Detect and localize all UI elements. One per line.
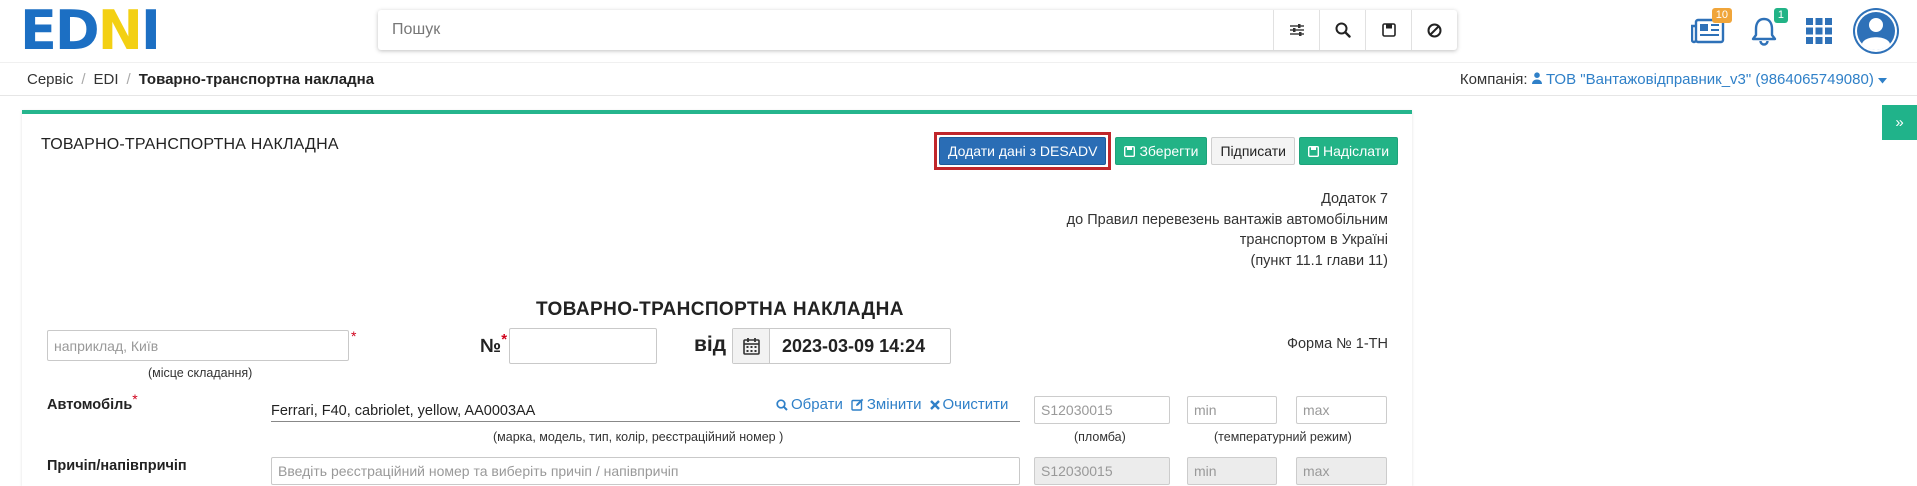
- breadcrumb-service[interactable]: Сервіс: [27, 71, 73, 88]
- car-temp-min-input[interactable]: min: [1187, 396, 1277, 424]
- company-selector: Компанія: ТОВ "Вантажовідправник_v3" (98…: [1460, 71, 1887, 88]
- double-chevron-right-icon: »: [1895, 114, 1904, 131]
- car-value: Ferrari, F40, cabriolet, yellow, AA0003A…: [271, 403, 536, 419]
- form-number: Форма № 1-ТН: [1286, 336, 1388, 352]
- grid-icon: [1806, 18, 1832, 44]
- car-temp-max-input[interactable]: max: [1296, 396, 1387, 424]
- news-button[interactable]: 10: [1690, 8, 1732, 48]
- add-desadv-label: Додати дані з DESADV: [948, 143, 1098, 159]
- logo-letter-i: I: [140, 0, 161, 62]
- sign-label: Підписати: [1220, 143, 1286, 159]
- logo-letter-d: D: [54, 0, 100, 62]
- floppy-icon: [1381, 23, 1396, 37]
- search-button[interactable]: [1319, 10, 1365, 50]
- trailer-seal-input[interactable]: S12030015: [1034, 457, 1170, 485]
- floppy-icon: [1124, 145, 1136, 157]
- sign-button[interactable]: Підписати: [1211, 137, 1295, 165]
- company-name: ТОВ "Вантажовідправник_v3" (986406574908…: [1545, 71, 1874, 88]
- note-line: до Правил перевезень вантажів автомобіль…: [1066, 211, 1388, 228]
- send-label: Надіслати: [1322, 143, 1390, 159]
- date-value[interactable]: 2023-03-09 14:24: [770, 329, 925, 363]
- document-title: ТОВАРНО-ТРАНСПОРТНА НАКЛАДНА: [536, 299, 904, 320]
- date-field[interactable]: 2023-03-09 14:24: [732, 328, 951, 364]
- edit-icon: [851, 398, 864, 411]
- close-icon: [929, 399, 940, 410]
- calendar-button[interactable]: [733, 329, 770, 363]
- edin-logo[interactable]: EDNI: [20, 0, 161, 62]
- search-input[interactable]: [378, 11, 1273, 49]
- floppy-icon: [1307, 145, 1319, 157]
- save-button[interactable]: Зберегти: [1115, 137, 1208, 165]
- action-buttons: Додати дані з DESADV Зберегти Підписати …: [934, 132, 1399, 170]
- place-input[interactable]: [47, 330, 349, 361]
- save-label: Зберегти: [1139, 143, 1199, 159]
- trailer-input[interactable]: Введіть реєстраційний номер та виберіть …: [271, 457, 1020, 485]
- add-desadv-button[interactable]: Додати дані з DESADV: [939, 137, 1107, 165]
- search-bar: [378, 10, 1457, 50]
- side-panel-toggle[interactable]: »: [1882, 105, 1917, 140]
- news-count-badge: 10: [1711, 8, 1732, 23]
- save-search-button[interactable]: [1365, 10, 1411, 50]
- car-label: Автомобіль*: [47, 391, 138, 413]
- car-caption: (марка, модель, тип, колір, реєстраційни…: [493, 430, 784, 444]
- notifications-count-badge: 1: [1773, 8, 1788, 23]
- logo-letter-n: N: [97, 0, 143, 62]
- clear-car-link[interactable]: Очистити: [929, 396, 1009, 413]
- trailer-temp-max-input[interactable]: max: [1296, 457, 1387, 485]
- required-marker: *: [132, 391, 138, 407]
- note-line: (пункт 11.1 глави 11): [1250, 252, 1389, 269]
- calendar-icon: [742, 338, 760, 355]
- seal-caption: (пломба): [1074, 430, 1126, 444]
- breadcrumb: Сервіс / EDI / Товарно-транспортна накла…: [27, 71, 374, 88]
- place-caption: (місце складання): [148, 366, 253, 380]
- highlight-frame: Додати дані з DESADV: [934, 132, 1112, 170]
- company-label: Компанія:: [1459, 71, 1528, 88]
- number-label: №*: [480, 331, 507, 358]
- breadcrumb-separator: /: [81, 71, 86, 88]
- note-line: транспортом в Україні: [1239, 232, 1388, 248]
- logo-letter-e: E: [20, 0, 57, 62]
- car-label-text: Автомобіль: [47, 397, 133, 413]
- breadcrumb-current: Товарно-транспортна накладна: [138, 71, 375, 88]
- required-marker: *: [501, 331, 508, 348]
- number-input[interactable]: [509, 328, 657, 364]
- user-icon: [1855, 10, 1897, 52]
- date-from-label: від: [694, 333, 727, 356]
- caret-down-icon: [1878, 78, 1887, 84]
- car-seal-input[interactable]: S12030015: [1034, 396, 1170, 424]
- document-panel: ТОВАРНО-ТРАНСПОРТНА НАКЛАДНА Додати дані…: [22, 110, 1412, 486]
- notifications-button[interactable]: 1: [1746, 8, 1788, 48]
- panel-title: ТОВАРНО-ТРАНСПОРТНА НАКЛАДНА: [41, 136, 339, 153]
- select-label: Обрати: [791, 396, 843, 413]
- temperature-caption: (температурний режим): [1214, 430, 1352, 444]
- search-icon: [776, 398, 788, 411]
- company-dropdown[interactable]: ТОВ "Вантажовідправник_v3" (986406574908…: [1531, 71, 1887, 88]
- apps-button[interactable]: [1801, 14, 1837, 48]
- trailer-label: Причіп/напівпричіп: [47, 458, 187, 474]
- edit-label: Змінити: [866, 396, 922, 413]
- regulation-note: Додаток 7 до Правил перевезень вантажів …: [1067, 189, 1388, 271]
- edit-car-link[interactable]: Змінити: [851, 396, 922, 413]
- ban-icon: [1427, 23, 1442, 37]
- required-marker: *: [351, 328, 357, 344]
- send-button[interactable]: Надіслати: [1298, 137, 1399, 165]
- top-bar: EDNI 10 1: [0, 0, 1917, 62]
- user-small-icon: [1531, 72, 1542, 84]
- trailer-temp-min-input[interactable]: min: [1187, 457, 1277, 485]
- clear-label: Очистити: [942, 396, 1009, 413]
- sliders-icon: [1289, 24, 1304, 36]
- reset-search-button[interactable]: [1411, 10, 1457, 50]
- breadcrumb-bar: Сервіс / EDI / Товарно-транспортна накла…: [0, 62, 1917, 96]
- breadcrumb-edi[interactable]: EDI: [94, 71, 119, 88]
- number-label-text: №: [480, 336, 502, 357]
- user-avatar[interactable]: [1853, 8, 1899, 54]
- car-actions: Обрати Змінити Очистити: [776, 396, 1008, 413]
- select-car-link[interactable]: Обрати: [776, 396, 843, 413]
- search-icon: [1335, 22, 1351, 38]
- breadcrumb-separator: /: [126, 71, 131, 88]
- note-line: Додаток 7: [1321, 191, 1388, 207]
- filter-settings-button[interactable]: [1273, 10, 1319, 50]
